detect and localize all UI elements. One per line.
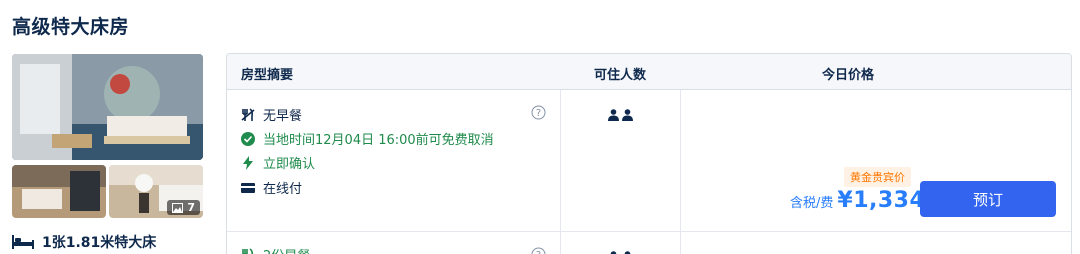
- room-thumb-photo[interactable]: [12, 165, 106, 218]
- feature-label: 2份早餐: [263, 245, 310, 254]
- header-summary: 房型摘要: [241, 68, 294, 83]
- person-icon: [608, 109, 619, 121]
- offer-table: 房型摘要 可住人数 今日价格 无早餐 ? 当地时间12月04日 16:00前可免…: [226, 53, 1072, 254]
- gold-vip-price-tag: 黄金贵宾价: [844, 167, 911, 187]
- guest-capacity: [608, 109, 633, 121]
- photo-count: 7: [187, 201, 195, 214]
- svg-text:?: ?: [536, 108, 541, 119]
- check-circle-icon: [241, 131, 255, 146]
- column-divider: [560, 90, 561, 254]
- bed-info: 1张1.81米特大床: [12, 232, 156, 252]
- bed-type: 1张1.81米特大床: [42, 235, 157, 251]
- svg-text:?: ?: [536, 250, 541, 254]
- room-thumb-photo[interactable]: 7: [109, 165, 203, 218]
- feature-instant-confirm: 立即确认: [241, 153, 315, 172]
- help-icon[interactable]: ?: [531, 247, 546, 254]
- feature-breakfast-2: 2份早餐: [241, 245, 310, 254]
- card-icon: [241, 182, 255, 193]
- price: ¥1,334: [837, 188, 926, 213]
- feature-cancellation: 当地时间12月04日 16:00前可免费取消: [241, 129, 494, 148]
- price-row: 含税/费 ¥1,334: [790, 188, 925, 213]
- row-divider: [227, 231, 1071, 232]
- person-icon: [622, 109, 633, 121]
- bed-icon: [12, 235, 34, 249]
- photo-count-badge[interactable]: 7: [167, 200, 200, 215]
- column-divider: [680, 90, 681, 254]
- room-title: 高级特大床房: [12, 16, 130, 38]
- no-breakfast-icon: [241, 107, 255, 121]
- feature-label: 立即确认: [263, 157, 316, 172]
- lightning-icon: [243, 155, 253, 170]
- tax-label: 含税/费: [790, 196, 834, 211]
- feature-label: 当地时间12月04日 16:00前可免费取消: [263, 133, 494, 148]
- image-icon: [172, 202, 184, 213]
- feature-label: 在线付: [263, 182, 303, 197]
- feature-breakfast: 无早餐: [241, 105, 302, 124]
- room-main-photo[interactable]: [12, 54, 203, 160]
- feature-label: 无早餐: [263, 109, 303, 124]
- book-button[interactable]: 预订: [920, 181, 1056, 217]
- header-guests: 可住人数: [594, 68, 647, 83]
- breakfast-icon: [242, 247, 254, 254]
- header-price: 今日价格: [822, 68, 875, 83]
- help-icon[interactable]: ?: [531, 105, 546, 124]
- table-header: 房型摘要 可住人数 今日价格: [227, 54, 1071, 90]
- feature-payment: 在线付: [241, 178, 302, 197]
